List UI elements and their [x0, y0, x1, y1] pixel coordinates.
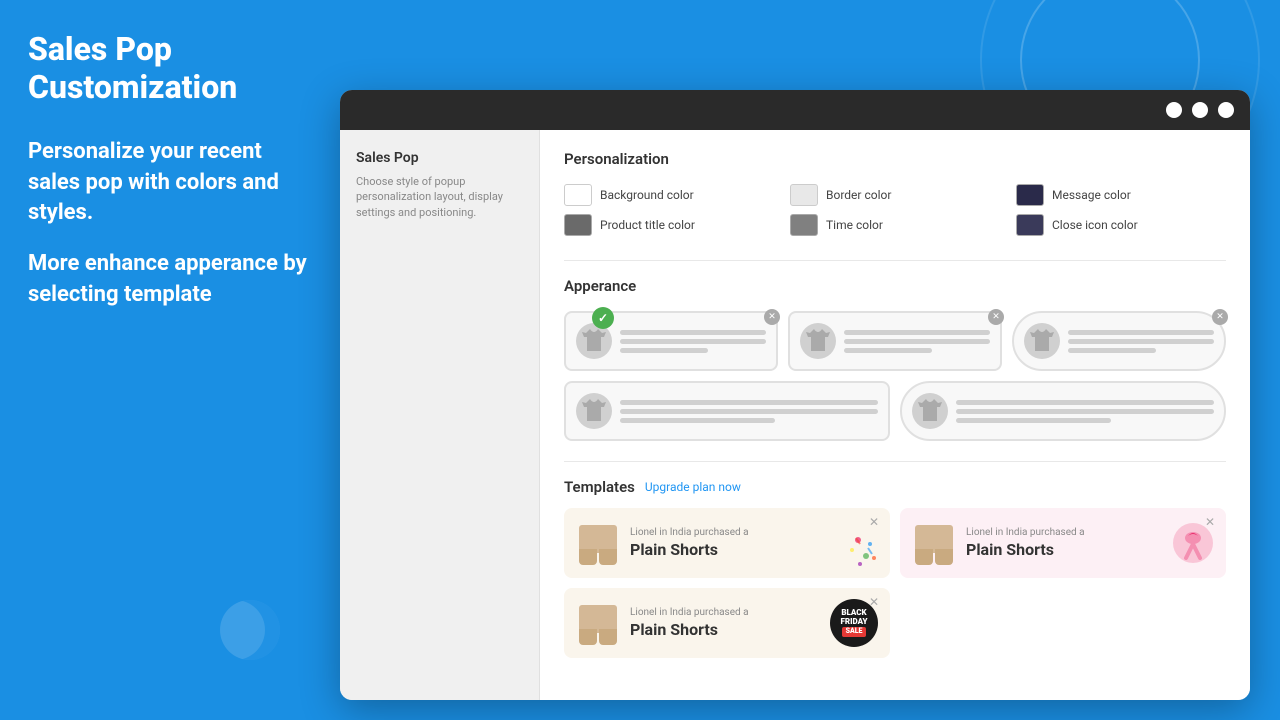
template-5-shirt — [912, 393, 948, 429]
line — [844, 348, 932, 353]
product-title-color-label: Product title color — [600, 218, 695, 232]
template-1-close[interactable]: ✕ — [764, 309, 780, 325]
browser-dot-3 — [1218, 102, 1234, 118]
browser-window: Sales Pop Choose style of popup personal… — [340, 90, 1250, 700]
message-color-swatch[interactable] — [1016, 184, 1044, 206]
template-4-shirt — [576, 393, 612, 429]
browser-dot-2 — [1192, 102, 1208, 118]
personalization-section: Personalization Background color Border … — [564, 150, 1226, 236]
promo-3-text: Lionel in India purchased a Plain Shorts — [630, 607, 820, 639]
appearance-template-3[interactable]: ✕ — [1012, 311, 1226, 371]
line — [1068, 348, 1156, 353]
promo-card-2[interactable]: ✕ Lionel in India purchased a Plain Shor… — [900, 508, 1226, 578]
promo-card-3-close[interactable]: ✕ — [866, 594, 882, 610]
divider-1 — [564, 260, 1226, 261]
color-item-close-icon[interactable]: Close icon color — [1016, 214, 1226, 236]
close-icon-color-swatch[interactable] — [1016, 214, 1044, 236]
line — [620, 418, 775, 423]
sidebar-description: Choose style of popup personalization la… — [356, 174, 523, 220]
templates-header: Templates Upgrade plan now — [564, 478, 1226, 496]
appearance-title: Apperance — [564, 277, 1226, 295]
line — [844, 339, 990, 344]
appearance-grid-row2 — [564, 381, 1226, 441]
templates-section: Templates Upgrade plan now ✕ — [564, 478, 1226, 658]
line — [956, 400, 1214, 405]
template-1-check: ✓ — [592, 307, 614, 329]
line — [1068, 330, 1214, 335]
line — [620, 400, 878, 405]
appearance-template-4[interactable] — [564, 381, 890, 441]
sidebar: Sales Pop Choose style of popup personal… — [340, 130, 540, 700]
appearance-template-1[interactable]: ✕ ✓ — [564, 311, 778, 371]
time-color-label: Time color — [826, 218, 883, 232]
promo-1-badge — [838, 528, 882, 572]
product-title-color-swatch[interactable] — [564, 214, 592, 236]
promo-card-3[interactable]: ✕ Lionel in India purchased a Plain Shor… — [564, 588, 890, 658]
template-3-lines — [1068, 330, 1214, 353]
page-title: Sales Pop Customization — [28, 30, 310, 107]
template-3-close[interactable]: ✕ — [1212, 309, 1228, 325]
appearance-template-5[interactable] — [900, 381, 1226, 441]
appearance-template-2[interactable]: ✕ — [788, 311, 1002, 371]
browser-content: Sales Pop Choose style of popup personal… — [340, 130, 1250, 700]
browser-titlebar — [340, 90, 1250, 130]
color-item-time[interactable]: Time color — [790, 214, 1000, 236]
template-4-lines — [620, 400, 878, 423]
border-color-swatch[interactable] — [790, 184, 818, 206]
close-icon-color-label: Close icon color — [1052, 218, 1138, 232]
personalization-grid: Background color Border color Message co… — [564, 184, 1226, 236]
appearance-section: Apperance ✕ ✓ — [564, 277, 1226, 441]
line — [620, 348, 708, 353]
promo-2-badge — [1168, 518, 1218, 572]
promo-3-product-image — [576, 601, 620, 645]
divider-2 — [564, 461, 1226, 462]
bf-friday-text: FRIDAY — [841, 618, 868, 627]
line — [956, 418, 1111, 423]
bf-sale-text: SALE — [842, 627, 867, 637]
message-color-label: Message color — [1052, 188, 1131, 202]
template-1-lines — [620, 330, 766, 353]
line — [620, 330, 766, 335]
promo-2-product-image — [912, 521, 956, 565]
color-item-message[interactable]: Message color — [1016, 184, 1226, 206]
promo-3-product-name: Plain Shorts — [630, 620, 820, 639]
personalization-title: Personalization — [564, 150, 1226, 168]
upgrade-link[interactable]: Upgrade plan now — [645, 480, 741, 494]
template-3-shirt — [1024, 323, 1060, 359]
sidebar-title: Sales Pop — [356, 150, 523, 166]
template-2-close[interactable]: ✕ — [988, 309, 1004, 325]
color-item-background[interactable]: Background color — [564, 184, 774, 206]
appearance-grid-row1: ✕ ✓ — [564, 311, 1226, 371]
line — [620, 339, 766, 344]
templates-title: Templates — [564, 478, 635, 496]
color-item-product-title[interactable]: Product title color — [564, 214, 774, 236]
line — [956, 409, 1214, 414]
line — [1068, 339, 1214, 344]
background-color-label: Background color — [600, 188, 694, 202]
left-description-1: Personalize your recent sales pop with c… — [28, 137, 310, 229]
decorative-moon — [220, 600, 280, 660]
left-panel: Sales Pop Customization Personalize your… — [0, 0, 340, 720]
background-color-swatch[interactable] — [564, 184, 592, 206]
browser-dot-1 — [1166, 102, 1182, 118]
template-5-lines — [956, 400, 1214, 423]
template-2-lines — [844, 330, 990, 353]
border-color-label: Border color — [826, 188, 891, 202]
promo-3-purchased: Lionel in India purchased a — [630, 607, 820, 618]
left-description-2: More enhance apperance by selecting temp… — [28, 249, 310, 311]
promo-card-1[interactable]: ✕ Lionel in India purchased a Plain Shor… — [564, 508, 890, 578]
promo-1-product-image — [576, 521, 620, 565]
templates-grid: ✕ Lionel in India purchased a Plain Shor… — [564, 508, 1226, 658]
color-item-border[interactable]: Border color — [790, 184, 1000, 206]
line — [620, 409, 878, 414]
main-content: Personalization Background color Border … — [540, 130, 1250, 700]
template-2-shirt — [800, 323, 836, 359]
line — [844, 330, 990, 335]
time-color-swatch[interactable] — [790, 214, 818, 236]
